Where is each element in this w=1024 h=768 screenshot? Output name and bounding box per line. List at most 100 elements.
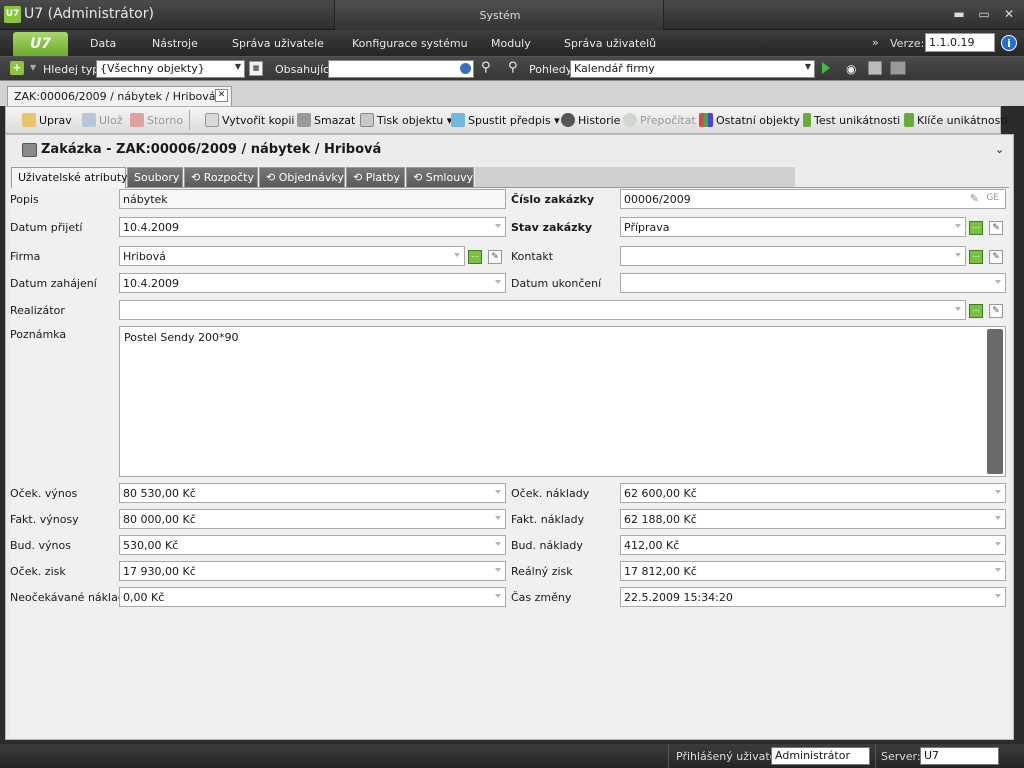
copy-button[interactable]: Vytvořit kopii <box>205 113 294 127</box>
edit-button[interactable]: Uprav <box>22 113 72 127</box>
ge-icon[interactable]: GE <box>986 193 999 203</box>
bud-naklady-field[interactable]: 412,00 Kč <box>620 535 1006 555</box>
stav-zakazky-field[interactable]: Příprava <box>620 217 966 237</box>
ocek-zisk-field[interactable]: 17 930,00 Kč <box>119 561 506 581</box>
calendar-icon[interactable]: ▦ <box>249 61 263 76</box>
system-panel[interactable]: Systém <box>334 0 664 30</box>
fakt-naklady-field[interactable]: 62 188,00 Kč <box>620 509 1006 529</box>
bud-vynos-field[interactable]: 530,00 Kč <box>119 535 506 555</box>
print-preview-icon[interactable] <box>890 61 906 75</box>
menu-sprava-uzivatele[interactable]: Správa uživatele <box>232 37 324 50</box>
version-field[interactable]: 1.1.0.19 <box>925 33 995 52</box>
scrollbar[interactable] <box>987 329 1003 474</box>
realizator-field[interactable] <box>119 300 966 320</box>
chevron-down-icon <box>995 568 1001 572</box>
kontakt-field[interactable] <box>620 246 966 266</box>
tab-files[interactable]: Soubory <box>127 167 183 187</box>
menu-moduly[interactable]: Moduly <box>491 37 531 50</box>
realizator-edit-icon[interactable]: ✎ <box>989 304 1003 318</box>
uniqueness-test-button[interactable]: Test unikátnosti <box>803 113 900 127</box>
search-icon[interactable]: ⚲ <box>481 60 491 75</box>
minimize-button[interactable]: ▬ <box>950 6 968 22</box>
chevron-down-icon <box>995 594 1001 598</box>
print-object-button[interactable]: Tisk objektu ▾ <box>360 113 452 127</box>
play-icon[interactable] <box>822 62 830 74</box>
tab-budgets[interactable]: ⟲ Rozpočty <box>184 167 258 187</box>
neocekavane-naklady-field[interactable]: 0,00 Kč <box>119 587 506 607</box>
containing-input[interactable] <box>328 60 474 78</box>
uniqueness-test-label: Test unikátnosti <box>814 114 901 127</box>
history-button[interactable]: Historie <box>561 113 620 127</box>
chevron-down-icon[interactable]: » <box>872 36 879 49</box>
collapse-icon[interactable]: ⌄ <box>995 143 1004 156</box>
chevron-down-icon <box>955 307 961 311</box>
views-select[interactable]: Kalendář firmy ▼ <box>570 60 815 78</box>
datum-ukonceni-field[interactable] <box>620 273 1006 293</box>
edit-record-icon[interactable]: ✎ <box>989 221 1003 235</box>
close-button[interactable]: ✕ <box>1000 6 1018 22</box>
poznamka-textarea[interactable]: Postel Sendy 200*90 <box>119 326 1006 477</box>
delete-label: Smazat <box>314 114 356 127</box>
chevron-down-icon <box>955 224 961 228</box>
lookup-button[interactable]: … <box>969 221 983 235</box>
info-icon[interactable]: i <box>1001 35 1017 51</box>
find-type-select[interactable]: {Všechny objekty} ▼ <box>96 60 245 78</box>
document-tab-label: ZAK:00006/2009 / nábytek / Hribová <box>14 90 216 103</box>
cislo-zakazky-field[interactable]: 00006/2009 ✎ GE <box>620 189 1006 209</box>
app-logo-icon: U7 <box>4 6 21 23</box>
menu-konfigurace[interactable]: Konfigurace systému <box>352 37 468 50</box>
tab-payments-label: Platby <box>365 171 400 184</box>
datum-zahajeni-field[interactable]: 10.4.2009 <box>119 273 506 293</box>
views-value: Kalendář firmy <box>574 62 655 75</box>
save-button[interactable]: Ulož <box>82 113 123 127</box>
menu-bar: U7 Data Nástroje Správa uživatele Konfig… <box>0 30 1024 56</box>
tab-user-attributes[interactable]: Uživatelské atributy <box>11 167 128 188</box>
close-icon[interactable]: ✕ <box>215 89 228 102</box>
firma-field[interactable]: Hribová <box>119 246 465 266</box>
menu-data[interactable]: Data <box>90 37 116 50</box>
dropdown-arrow-icon: ▼ <box>804 62 811 71</box>
datum-prijeti-field[interactable]: 10.4.2009 <box>119 217 506 237</box>
chevron-down-icon[interactable]: ▼ <box>30 63 36 72</box>
recalculate-label: Přepočítat <box>640 114 696 127</box>
print-icon[interactable] <box>868 61 882 75</box>
document-tab[interactable]: ZAK:00006/2009 / nábytek / Hribová ✕ <box>7 86 232 107</box>
popis-field[interactable]: nábytek <box>119 189 506 209</box>
tab-payments[interactable]: ⟲ Platby <box>346 167 405 187</box>
menu-nastroje[interactable]: Nástroje <box>152 37 198 50</box>
recalculate-button[interactable]: Přepočítat <box>623 113 696 127</box>
kontakt-lookup-button[interactable]: … <box>969 250 983 264</box>
ocek-naklady-field[interactable]: 62 600,00 Kč <box>620 483 1006 503</box>
run-rule-button[interactable]: Spustit předpis ▾ <box>451 113 560 127</box>
ocek-vynos-label: Oček. výnos <box>10 487 78 500</box>
tab-orders-label: Objednávky <box>278 171 344 184</box>
uniqueness-keys-label: Klíče unikátnosti <box>917 114 1008 127</box>
find-type-value: {Všechny objekty} <box>100 62 205 75</box>
views-search-icon[interactable]: ⚲ <box>508 60 518 75</box>
other-objects-button[interactable]: Ostatní objekty <box>699 113 800 127</box>
realny-zisk-field[interactable]: 17 812,00 Kč <box>620 561 1006 581</box>
server-field: U7 <box>920 747 999 765</box>
delete-button[interactable]: Smazat <box>297 113 355 127</box>
keys-icon <box>904 113 914 127</box>
u7-logo-button[interactable]: U7 <box>13 32 68 56</box>
maximize-button[interactable]: ▭ <box>975 6 993 22</box>
kontakt-edit-icon[interactable]: ✎ <box>989 250 1003 264</box>
cas-zmeny-field[interactable]: 22.5.2009 15:34:20 <box>620 587 1006 607</box>
options-icon[interactable] <box>459 62 472 75</box>
pencil-icon[interactable]: ✎ <box>970 192 979 205</box>
firma-edit-icon[interactable]: ✎ <box>488 250 502 264</box>
poznamka-value: Postel Sendy 200*90 <box>124 331 239 344</box>
ocek-vynos-field[interactable]: 80 530,00 Kč <box>119 483 506 503</box>
status-divider <box>668 744 669 768</box>
tab-contracts[interactable]: ⟲ Smlouvy <box>406 167 474 187</box>
firma-lookup-button[interactable]: … <box>468 250 482 264</box>
eye-icon[interactable]: ◉ <box>846 62 856 76</box>
realizator-lookup-button[interactable]: … <box>969 304 983 318</box>
new-object-icon[interactable]: + <box>10 61 24 75</box>
cancel-button[interactable]: Storno <box>130 113 183 127</box>
tab-orders[interactable]: ⟲ Objednávky <box>259 167 345 187</box>
uniqueness-keys-button[interactable]: Klíče unikátnosti <box>904 113 1008 127</box>
menu-sprava-uzivatelu[interactable]: Správa uživatelů <box>564 37 656 50</box>
fakt-vynosy-field[interactable]: 80 000,00 Kč <box>119 509 506 529</box>
